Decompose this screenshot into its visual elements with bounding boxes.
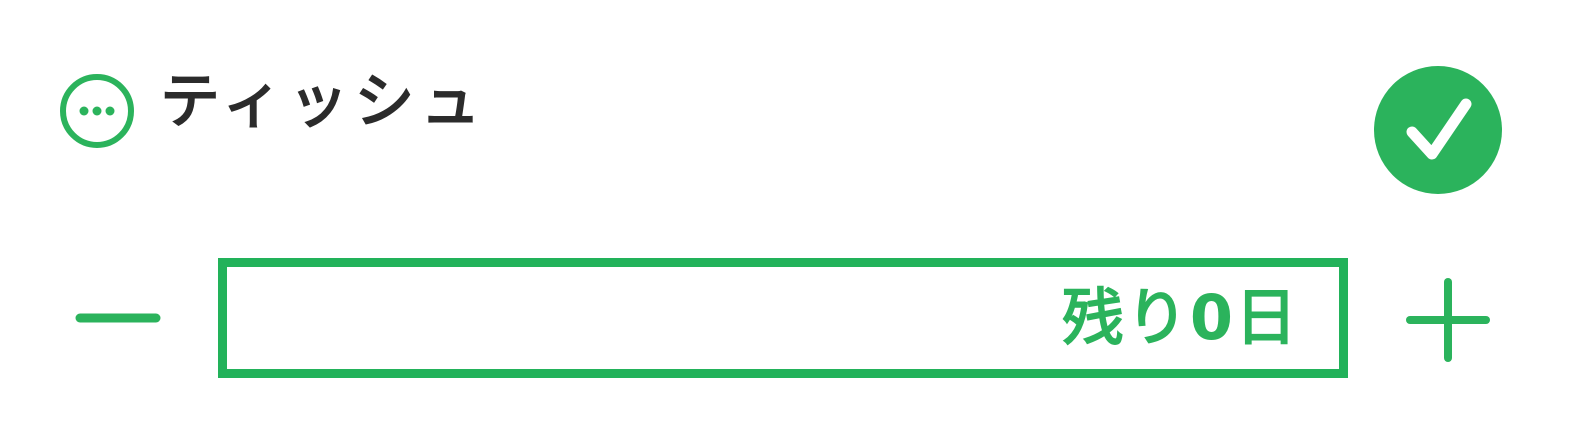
item-name: ティッシュ (160, 67, 487, 137)
decrement-button[interactable] (70, 278, 166, 362)
plus-icon (1406, 278, 1490, 362)
more-horizontal-circle-icon (60, 74, 134, 148)
more-options-button[interactable] (58, 72, 136, 150)
remaining-days-value: 残り0日 (1061, 281, 1299, 354)
increment-button[interactable] (1404, 276, 1492, 364)
checkmark-icon (1406, 98, 1472, 160)
done-button[interactable] (1374, 66, 1502, 194)
remaining-days-field[interactable]: 残り0日 (218, 258, 1348, 378)
minus-icon (75, 313, 161, 323)
